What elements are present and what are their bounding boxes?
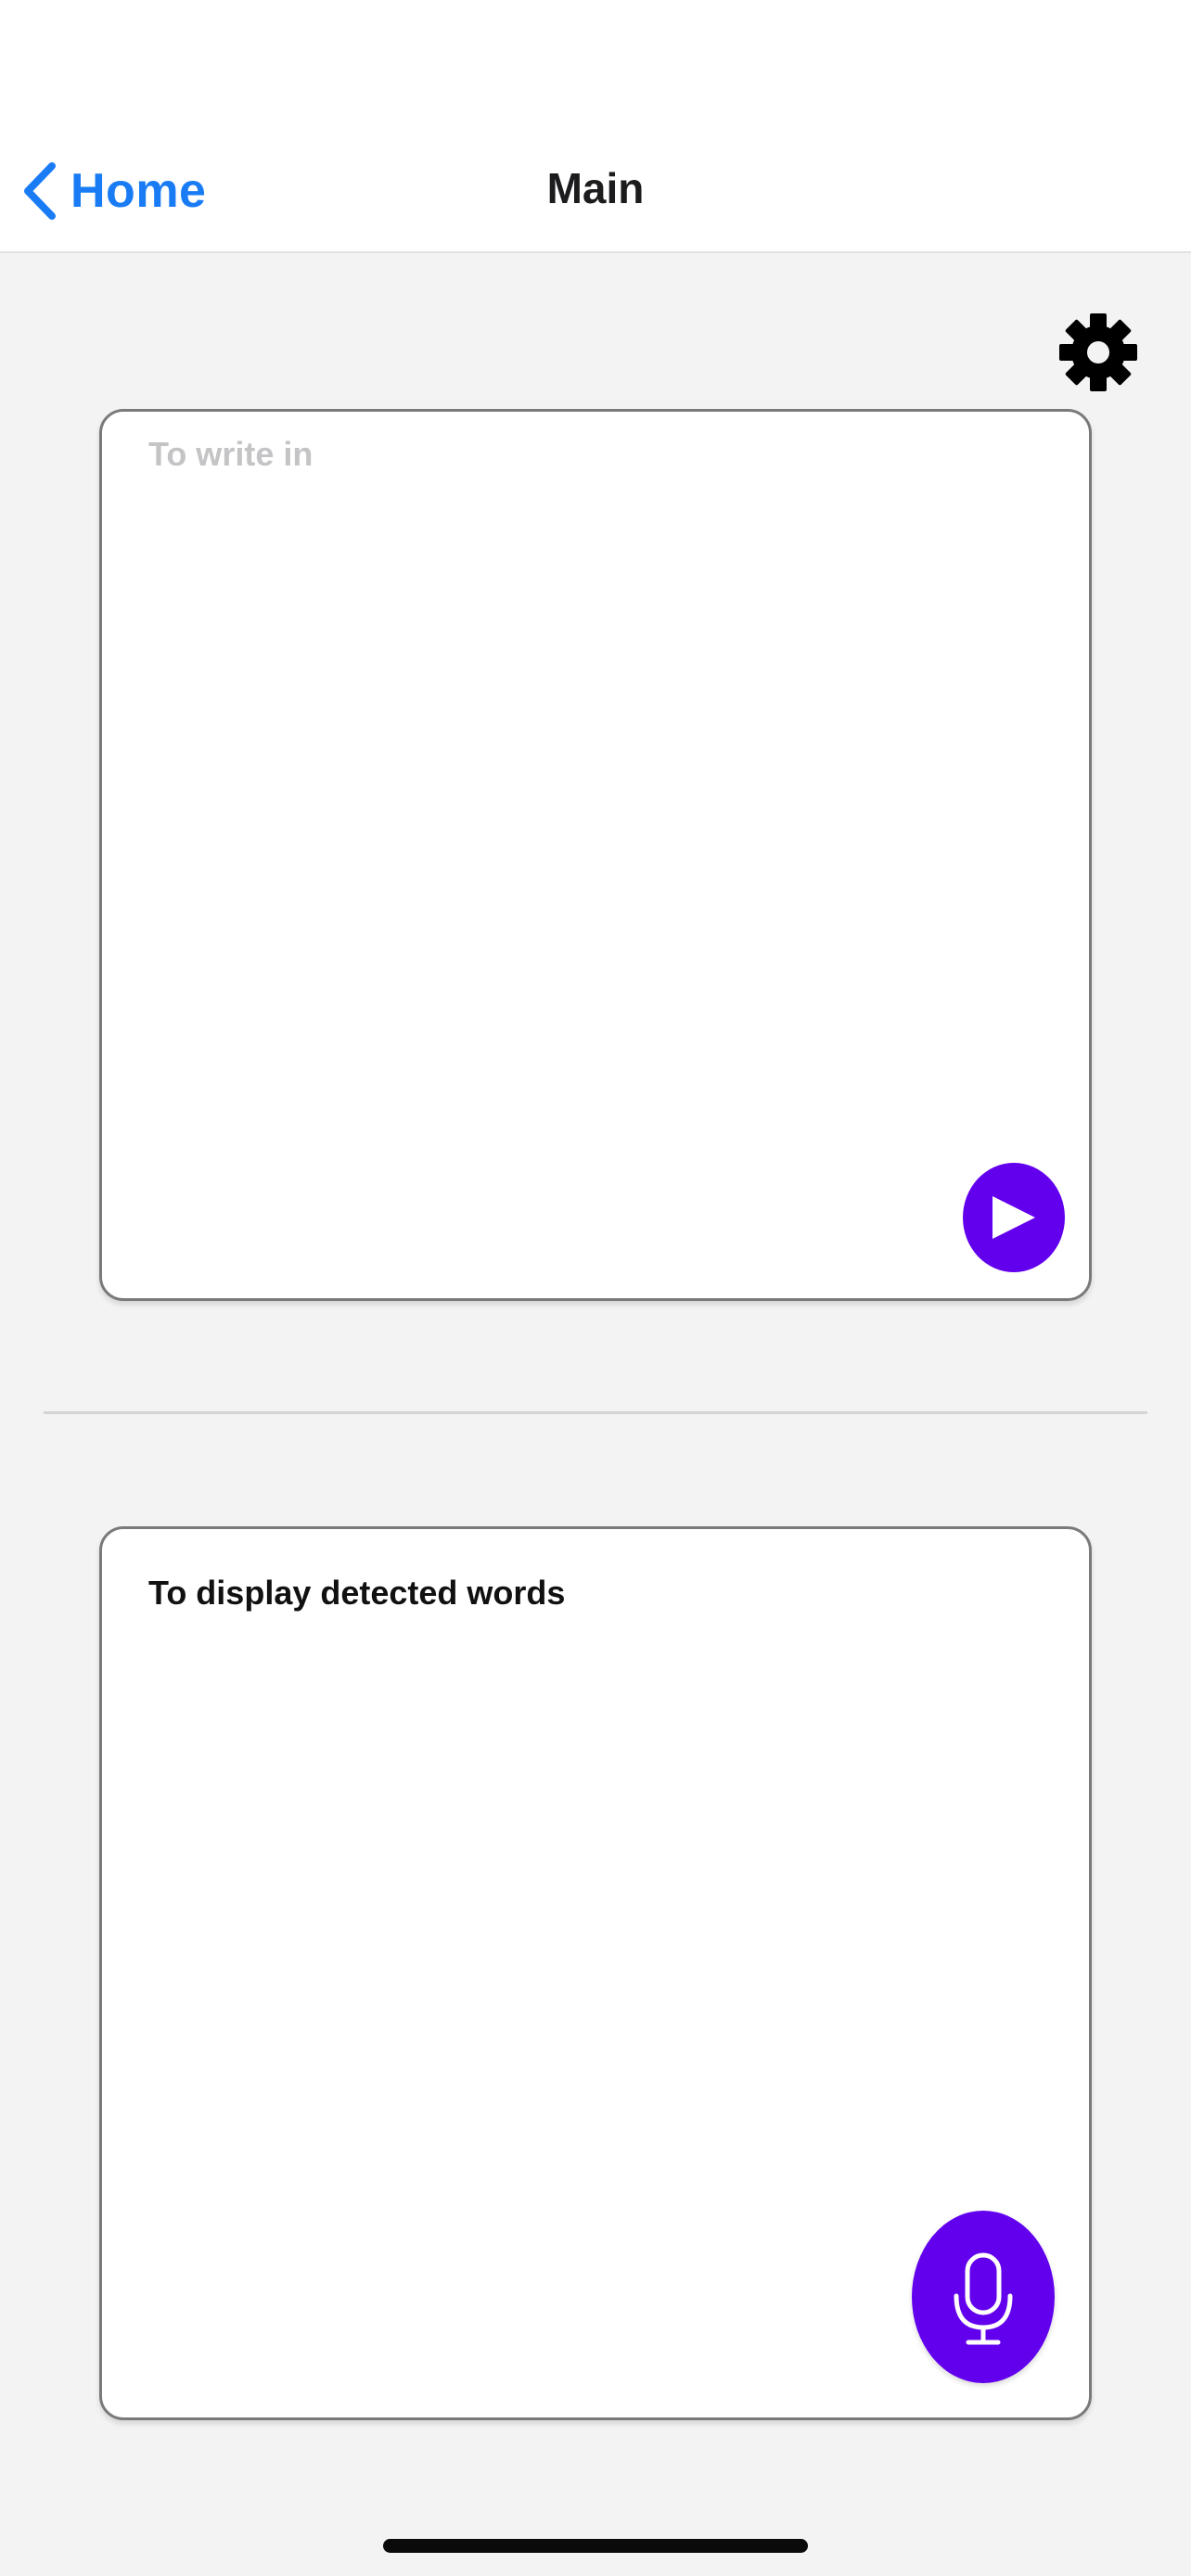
gear-icon	[1059, 313, 1137, 391]
microphone-button[interactable]	[912, 2211, 1055, 2383]
home-indicator	[383, 2539, 808, 2553]
navigation-bar: Home Main	[0, 130, 1191, 253]
write-input[interactable]	[148, 425, 1020, 1148]
section-divider	[44, 1411, 1147, 1414]
microphone-icon	[954, 2252, 1013, 2345]
detected-words-text: To display detected words	[148, 1574, 566, 1612]
play-icon	[992, 1196, 1035, 1239]
output-card: To display detected words	[99, 1526, 1092, 2420]
status-bar	[0, 0, 1191, 130]
input-card	[99, 409, 1092, 1301]
settings-button[interactable]	[1057, 312, 1139, 393]
play-button[interactable]	[963, 1163, 1065, 1272]
page-title: Main	[546, 164, 645, 212]
